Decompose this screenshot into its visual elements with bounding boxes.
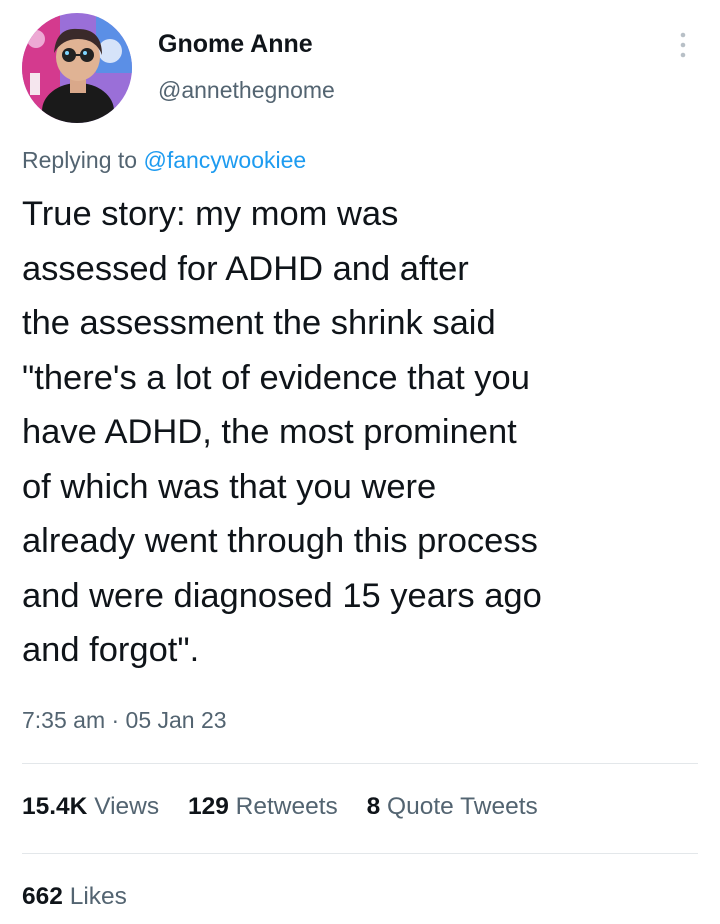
views-stat[interactable]: 15.4K Views — [22, 793, 159, 820]
likes-label: Likes — [69, 883, 127, 910]
tweet-text-line: of which was that you were — [22, 467, 437, 506]
tweet-text-line: already went through this process — [22, 522, 538, 560]
divider — [22, 763, 698, 764]
quote-tweets-label: Quote Tweets — [387, 793, 538, 820]
quote-tweets-count: 8 — [366, 793, 381, 820]
reply-mention-link[interactable]: @fancywookiee — [143, 147, 306, 173]
reply-context: Replying to @fancywookiee — [22, 147, 306, 174]
divider — [22, 853, 698, 854]
views-count: 15.4K — [22, 793, 88, 820]
engagement-stats: 15.4K Views 129 Retweets 8 Quote Tweets — [22, 793, 560, 821]
tweet-text-line: and were diagnosed 15 years ago — [22, 576, 542, 615]
tweet-text-line: and forgot". — [22, 631, 200, 669]
retweets-count: 129 — [187, 793, 229, 820]
tweet-text-line: have ADHD, the most prominent — [22, 413, 517, 451]
tweet-timestamp[interactable]: 7:35 am · 05 Jan 23 — [22, 707, 227, 734]
tweet-text-line: True story: my mom was — [22, 195, 399, 233]
tweet-text: True story: my mom was assessed for ADHD… — [22, 187, 712, 678]
likes-stat[interactable]: 662 Likes — [22, 883, 127, 911]
tweet-text-line: assessed for ADHD and after — [22, 249, 469, 288]
quote-tweets-stat[interactable]: 8 Quote Tweets — [367, 793, 538, 820]
avatar[interactable] — [22, 13, 132, 123]
views-label: Views — [94, 793, 160, 820]
more-vertical-icon[interactable] — [674, 28, 692, 64]
retweets-label: Retweets — [235, 793, 338, 820]
tweet-text-line: "there's a lot of evidence that you — [22, 358, 530, 397]
user-handle[interactable]: @annethegnome — [158, 77, 335, 104]
reply-prefix: Replying to — [22, 147, 144, 173]
retweets-stat[interactable]: 129 Retweets — [188, 793, 338, 820]
likes-count: 662 — [22, 883, 63, 910]
tweet-text-line: the assessment the shrink said — [22, 304, 496, 342]
display-name[interactable]: Gnome Anne — [158, 30, 313, 59]
tweet-card: Gnome Anne @annethegnome Replying to @fa… — [0, 0, 720, 924]
